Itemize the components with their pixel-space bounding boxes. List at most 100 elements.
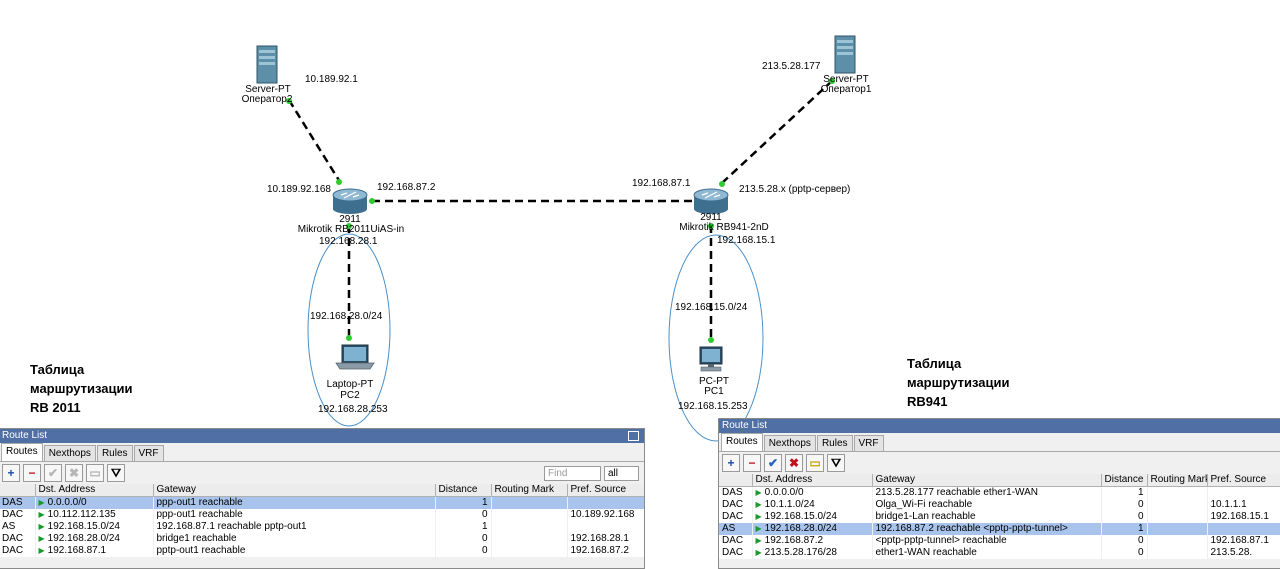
server-icon[interactable] — [834, 35, 856, 74]
table-row[interactable]: DAS ▶ 0.0.0.0/0 ppp-out1 reachable 1 — [0, 496, 644, 509]
pc-name: PC1 — [704, 386, 724, 397]
link-server-left-router-left — [287, 99, 342, 183]
route-pref-source: 192.168.87.1 — [1207, 535, 1280, 547]
tab-vrf[interactable]: VRF — [853, 435, 884, 451]
table-row[interactable]: DAC ▶ 192.168.28.0/24 bridge1 reachable 0 192… — [0, 533, 644, 545]
router-icon[interactable] — [693, 188, 729, 214]
tab-rules[interactable]: Rules — [96, 445, 133, 461]
route-flags: AS — [719, 523, 753, 535]
disable-button[interactable]: ✖ — [65, 464, 83, 482]
route-flag-icon: ▶ — [38, 522, 45, 531]
table-row[interactable]: DAS ▶ 0.0.0.0/0 213.5.28.177 reachable ethe… — [719, 486, 1280, 499]
route-dst-address: ▶ 192.168.28.0/24 — [752, 523, 873, 535]
column-header[interactable] — [0, 484, 36, 497]
route-routing-mark — [1147, 499, 1208, 511]
column-header[interactable]: Gateway — [872, 474, 1102, 487]
route-flag-icon: ▶ — [755, 536, 762, 545]
column-header[interactable]: Routing Mark — [1147, 474, 1208, 487]
pc-icon[interactable] — [699, 346, 723, 372]
router-right-ip-tunnel: 192.168.87.1 — [632, 178, 691, 189]
filter-button[interactable]: ⛛ — [827, 454, 845, 472]
maximize-button[interactable] — [628, 431, 639, 441]
route-gateway: ether1-WAN reachable — [872, 547, 1102, 559]
port-dot — [708, 337, 714, 343]
column-header[interactable]: Distance — [1101, 474, 1148, 487]
route-distance: 1 — [435, 496, 492, 509]
remove-button[interactable]: − — [23, 464, 41, 482]
server-left-name: Оператор2 — [242, 94, 293, 105]
caption-right: Таблица маршрутизации RB941 — [907, 354, 1009, 411]
tab-rules[interactable]: Rules — [816, 435, 853, 451]
route-dst-address: ▶ 10.112.112.135 — [35, 509, 154, 521]
route-flags: DAC — [0, 533, 36, 545]
column-header[interactable]: Gateway — [153, 484, 436, 497]
route-routing-mark — [491, 533, 568, 545]
enable-button[interactable]: ✔ — [44, 464, 62, 482]
table-row[interactable]: AS ▶ 192.168.28.0/24 192.168.87.2 reachable… — [719, 523, 1280, 535]
table-row[interactable]: DAC ▶ 213.5.28.176/28 ether1-WAN reachable 0… — [719, 547, 1280, 559]
add-button[interactable]: + — [722, 454, 740, 472]
window-title-bar: Route List — [719, 419, 1280, 433]
route-dst-address: ▶ 10.1.1.0/24 — [752, 499, 873, 511]
route-dst-text: 192.168.28.0/24 — [764, 523, 837, 534]
route-routing-mark — [1147, 523, 1208, 535]
route-gateway: pptp-out1 reachable — [153, 545, 436, 557]
link-router-right-server-right — [721, 79, 834, 184]
window-title: Route List — [2, 430, 48, 441]
route-pref-source: 10.1.1.1 — [1207, 499, 1280, 511]
tab-routes[interactable]: Routes — [721, 433, 763, 451]
comment-button[interactable]: ▭ — [86, 464, 104, 482]
table-header-row: Dst. Address Gateway Distance Routing Ma… — [0, 484, 644, 497]
server-icon[interactable] — [256, 45, 278, 84]
table-row[interactable]: DAC ▶ 10.1.1.0/24 Olga_Wi-Fi reachable 0 10.1… — [719, 499, 1280, 511]
enable-button[interactable]: ✔ — [764, 454, 782, 472]
router-icon[interactable] — [332, 188, 368, 214]
tab-vrf[interactable]: VRF — [133, 445, 164, 461]
laptop-ip: 192.168.28.253 — [318, 404, 388, 415]
router-left-ip-lan: 192.168.28.1 — [319, 236, 378, 247]
filter-select[interactable]: all — [604, 466, 639, 481]
window-title-bar: Route List — [0, 429, 644, 443]
route-pref-source — [1207, 486, 1280, 499]
route-routing-mark — [491, 509, 568, 521]
route-flag-icon: ▶ — [755, 548, 762, 557]
column-header[interactable]: Pref. Source — [1207, 474, 1280, 487]
route-flags: DAC — [0, 545, 36, 557]
port-dot — [719, 181, 725, 187]
port-dot — [336, 179, 342, 185]
column-header[interactable] — [719, 474, 753, 487]
tab-nexthops[interactable]: Nexthops — [763, 435, 816, 451]
remove-button[interactable]: − — [743, 454, 761, 472]
route-distance: 0 — [1101, 535, 1148, 547]
route-flags: DAS — [719, 486, 753, 499]
route-gateway: ppp-out1 reachable — [153, 509, 436, 521]
table-row[interactable]: DAC ▶ 192.168.87.2 <pptp-pptp-tunnel> reach… — [719, 535, 1280, 547]
column-header[interactable]: Pref. Source — [567, 484, 644, 497]
caption-line: маршрутизации — [30, 381, 133, 396]
route-gateway: bridge1 reachable — [153, 533, 436, 545]
router-left-ip-tunnel: 192.168.87.2 — [377, 182, 436, 193]
route-flags: DAC — [719, 511, 753, 523]
route-gateway: ppp-out1 reachable — [153, 496, 436, 509]
route-flag-icon: ▶ — [755, 524, 762, 533]
table-row[interactable]: DAC ▶ 10.112.112.135 ppp-out1 reachable 0 10.… — [0, 509, 644, 521]
table-row[interactable]: DAC ▶ 192.168.15.0/24 bridge1-Lan reachable… — [719, 511, 1280, 523]
table-row[interactable]: AS ▶ 192.168.15.0/24 192.168.87.1 reachable… — [0, 521, 644, 533]
add-button[interactable]: + — [2, 464, 20, 482]
route-flag-icon: ▶ — [38, 510, 45, 519]
column-header[interactable]: Dst. Address — [752, 474, 873, 487]
route-dst-address: ▶ 213.5.28.176/28 — [752, 547, 873, 559]
comment-button[interactable]: ▭ — [806, 454, 824, 472]
column-header[interactable]: Routing Mark — [491, 484, 568, 497]
column-header[interactable]: Distance — [435, 484, 492, 497]
tab-nexthops[interactable]: Nexthops — [43, 445, 96, 461]
tab-routes[interactable]: Routes — [1, 443, 43, 461]
routes-table: Dst. Address Gateway Distance Routing Ma… — [0, 484, 644, 557]
filter-button[interactable]: ⛛ — [107, 464, 125, 482]
table-row[interactable]: DAC ▶ 192.168.87.1 pptp-out1 reachable 0 192.… — [0, 545, 644, 557]
route-pref-source — [567, 496, 644, 509]
laptop-icon[interactable] — [335, 344, 375, 370]
disable-button[interactable]: ✖ — [785, 454, 803, 472]
column-header[interactable]: Dst. Address — [35, 484, 154, 497]
find-input[interactable]: Find — [544, 466, 601, 481]
